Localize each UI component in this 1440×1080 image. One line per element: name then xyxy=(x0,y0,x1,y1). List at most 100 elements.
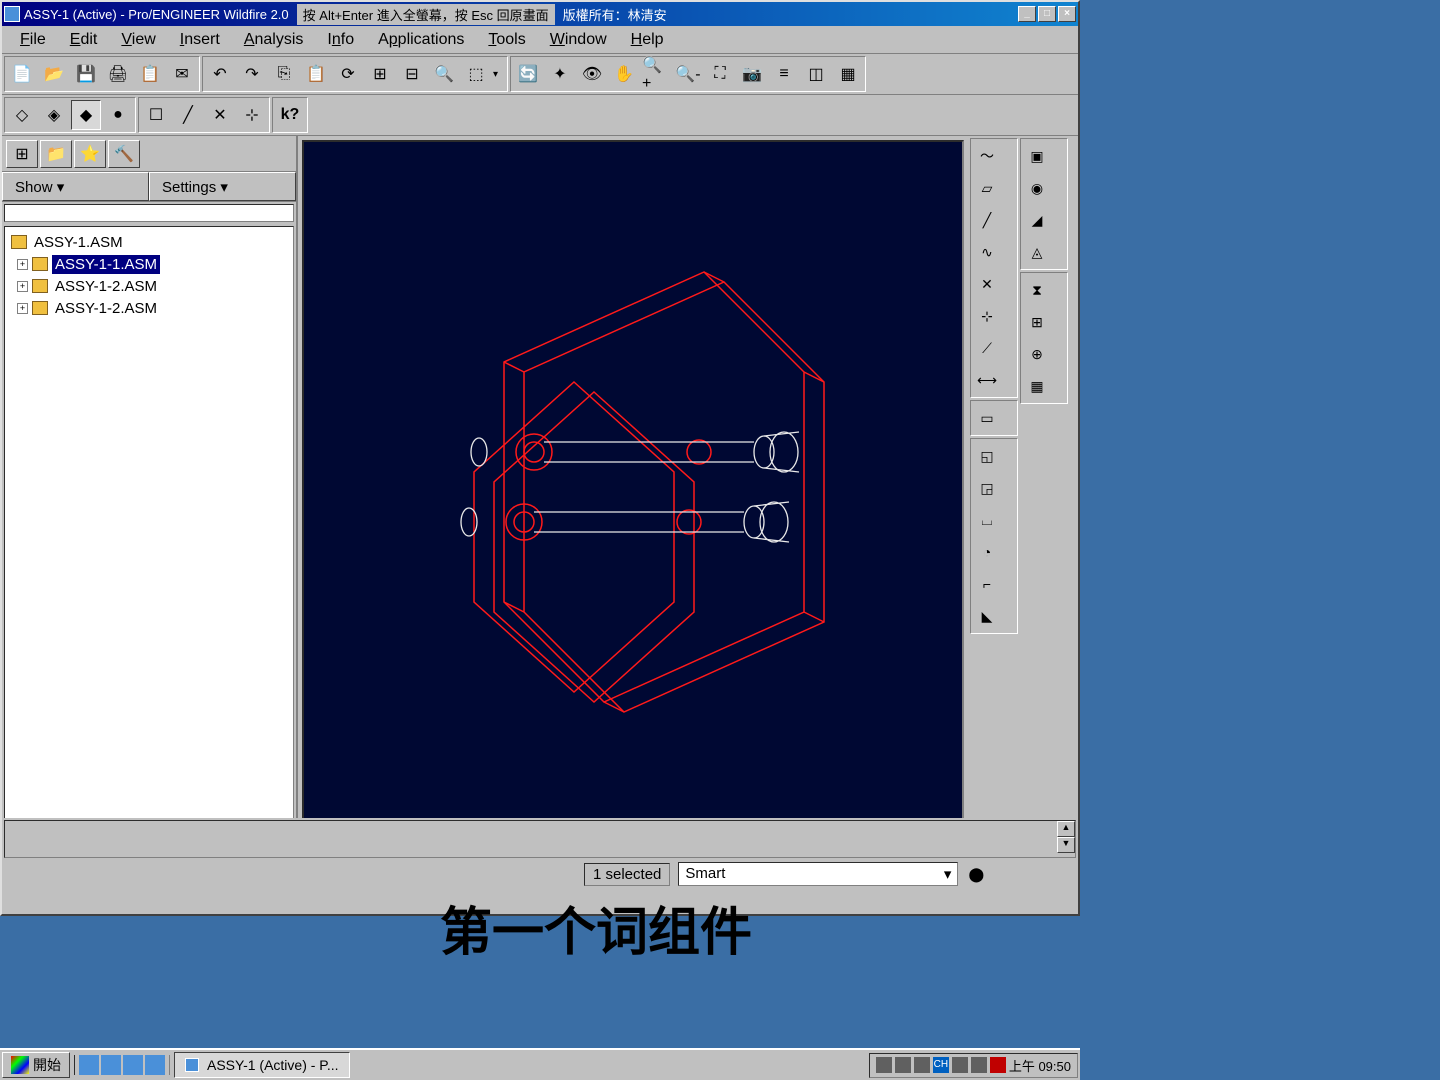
search-icon[interactable]: 🔍 xyxy=(429,59,459,89)
panel-show-menu[interactable]: Show ▾ xyxy=(2,172,149,201)
zoomout-icon[interactable]: 🔍- xyxy=(673,59,703,89)
sketch-rect-icon[interactable]: ▱ xyxy=(973,173,1001,203)
blend-icon[interactable]: ◬ xyxy=(1023,237,1051,267)
print-icon[interactable]: 🖨 xyxy=(103,59,133,89)
zoomin-icon[interactable]: 🔍+ xyxy=(641,59,671,89)
sketch-edge-icon[interactable]: ╱ xyxy=(973,205,1001,235)
layer-icon[interactable]: ≡ xyxy=(769,59,799,89)
save-icon[interactable]: 💾 xyxy=(71,59,101,89)
tray-icon[interactable] xyxy=(895,1057,911,1073)
sketch-spline-icon[interactable]: ∿ xyxy=(973,237,1001,267)
scroll-down-icon[interactable]: ▼ xyxy=(1057,837,1075,853)
note-icon[interactable]: ▭ xyxy=(973,403,1001,433)
menu-analysis[interactable]: Analysis xyxy=(234,28,314,52)
spin-icon[interactable]: 🔄 xyxy=(513,59,543,89)
dropdown-icon[interactable]: ▾ xyxy=(493,69,505,80)
wireframe-icon[interactable]: ◇ xyxy=(7,100,37,130)
ie-icon[interactable] xyxy=(79,1055,99,1075)
sweep-icon[interactable]: ◢ xyxy=(1023,205,1051,235)
sketch-ref-icon[interactable]: ⟋ xyxy=(973,333,1001,363)
hole-icon[interactable]: ⌴ xyxy=(973,505,1001,535)
tab-favorites-icon[interactable]: ⭐ xyxy=(74,140,106,168)
menu-window[interactable]: Window xyxy=(540,28,617,52)
menu-insert[interactable]: Insert xyxy=(170,28,230,52)
nohidden-icon[interactable]: ◆ xyxy=(71,100,101,130)
selection-filter[interactable]: Smart▾ xyxy=(678,862,958,886)
menu-tools[interactable]: Tools xyxy=(478,28,535,52)
tray-icon[interactable] xyxy=(990,1057,1006,1073)
refit-icon[interactable]: ⛶ xyxy=(705,59,735,89)
start-button[interactable]: 開始 xyxy=(2,1052,70,1078)
tree-item[interactable]: + ASSY-1-2.ASM xyxy=(7,297,291,319)
regen-icon[interactable]: ⟳ xyxy=(333,59,363,89)
system-tray[interactable]: CH 上午 09:50 xyxy=(869,1053,1078,1078)
assemble-icon[interactable]: ◱ xyxy=(973,441,1001,471)
paste-icon[interactable]: 📋 xyxy=(301,59,331,89)
tree-root[interactable]: ASSY-1.ASM xyxy=(7,231,291,253)
menu-view[interactable]: View xyxy=(111,28,165,52)
saved-view-icon[interactable]: 📷 xyxy=(737,59,767,89)
copy-icon[interactable]: 📋 xyxy=(135,59,165,89)
mail-icon[interactable]: ✉ xyxy=(167,59,197,89)
tray-icon[interactable] xyxy=(971,1057,987,1073)
close-button[interactable]: × xyxy=(1058,6,1076,22)
shell-icon[interactable]: ◔ xyxy=(973,537,1001,567)
datum-axis-icon[interactable]: ╱ xyxy=(173,100,203,130)
scroll-up-icon[interactable]: ▲ xyxy=(1057,821,1075,837)
3d-viewport[interactable] xyxy=(302,140,964,892)
display-icon[interactable]: ▦ xyxy=(833,59,863,89)
explorer-icon[interactable] xyxy=(123,1055,143,1075)
sketch-csys-icon[interactable]: ⊹ xyxy=(973,301,1001,331)
extrude-icon[interactable]: ▣ xyxy=(1023,141,1051,171)
tray-icon[interactable] xyxy=(876,1057,892,1073)
tray-icon[interactable] xyxy=(952,1057,968,1073)
revolve-icon[interactable]: ◉ xyxy=(1023,173,1051,203)
expand-icon[interactable]: + xyxy=(17,303,28,314)
menu-file[interactable]: File xyxy=(10,28,56,52)
menu-edit[interactable]: Edit xyxy=(60,28,108,52)
status-stop-icon[interactable]: ⬤ xyxy=(966,864,986,884)
draft-icon[interactable]: ◣ xyxy=(973,601,1001,631)
copy2-icon[interactable]: ⎘ xyxy=(269,59,299,89)
menu-info[interactable]: Info xyxy=(317,28,364,52)
help-icon[interactable]: k? xyxy=(275,100,305,130)
new-icon[interactable]: 📄 xyxy=(7,59,37,89)
undo-icon[interactable]: ↶ xyxy=(205,59,235,89)
sketch-line-icon[interactable]: 〜 xyxy=(973,141,1001,171)
tab-folder-icon[interactable]: 📁 xyxy=(40,140,72,168)
view-icon[interactable]: 👁 xyxy=(577,59,607,89)
app-ql-icon[interactable] xyxy=(145,1055,165,1075)
rib-icon[interactable]: ⌐ xyxy=(973,569,1001,599)
tool5-icon[interactable]: ⊞ xyxy=(365,59,395,89)
mirror-icon[interactable]: ⧗ xyxy=(1023,275,1051,305)
datum-plane-icon[interactable]: ☐ xyxy=(141,100,171,130)
open-icon[interactable]: 📂 xyxy=(39,59,69,89)
create-comp-icon[interactable]: ◲ xyxy=(973,473,1001,503)
orient-icon[interactable]: ✦ xyxy=(545,59,575,89)
menu-applications[interactable]: Applications xyxy=(368,28,474,52)
tray-icon[interactable] xyxy=(914,1057,930,1073)
sketch-point-icon[interactable]: ✕ xyxy=(973,269,1001,299)
desktop-icon[interactable] xyxy=(101,1055,121,1075)
expand-icon[interactable]: + xyxy=(17,259,28,270)
merge-icon[interactable]: ⊕ xyxy=(1023,339,1051,369)
pattern-icon[interactable]: ⊞ xyxy=(1023,307,1051,337)
redo-icon[interactable]: ↷ xyxy=(237,59,267,89)
repaint-icon[interactable]: ◫ xyxy=(801,59,831,89)
shaded-icon[interactable]: ● xyxy=(103,100,133,130)
expand-icon[interactable]: + xyxy=(17,281,28,292)
select-icon[interactable]: ⬚ xyxy=(461,59,491,89)
hiddenline-icon[interactable]: ◈ xyxy=(39,100,69,130)
menu-help[interactable]: Help xyxy=(621,28,674,52)
minimize-button[interactable]: _ xyxy=(1018,6,1036,22)
datum-csys-icon[interactable]: ⊹ xyxy=(237,100,267,130)
ime-icon[interactable]: CH xyxy=(933,1057,949,1073)
datum-point-icon[interactable]: ✕ xyxy=(205,100,235,130)
pan-icon[interactable]: ✋ xyxy=(609,59,639,89)
model-tree[interactable]: ASSY-1.ASM + ASSY-1-1.ASM + ASSY-1-2.ASM… xyxy=(4,226,294,894)
taskbar-app-button[interactable]: ASSY-1 (Active) - P... xyxy=(174,1052,350,1078)
table-icon[interactable]: ▦ xyxy=(1023,371,1051,401)
sketch-dim-icon[interactable]: ⟷ xyxy=(973,365,1001,395)
tab-tree-icon[interactable]: ⊞ xyxy=(6,140,38,168)
tree-item[interactable]: + ASSY-1-1.ASM xyxy=(7,253,291,275)
